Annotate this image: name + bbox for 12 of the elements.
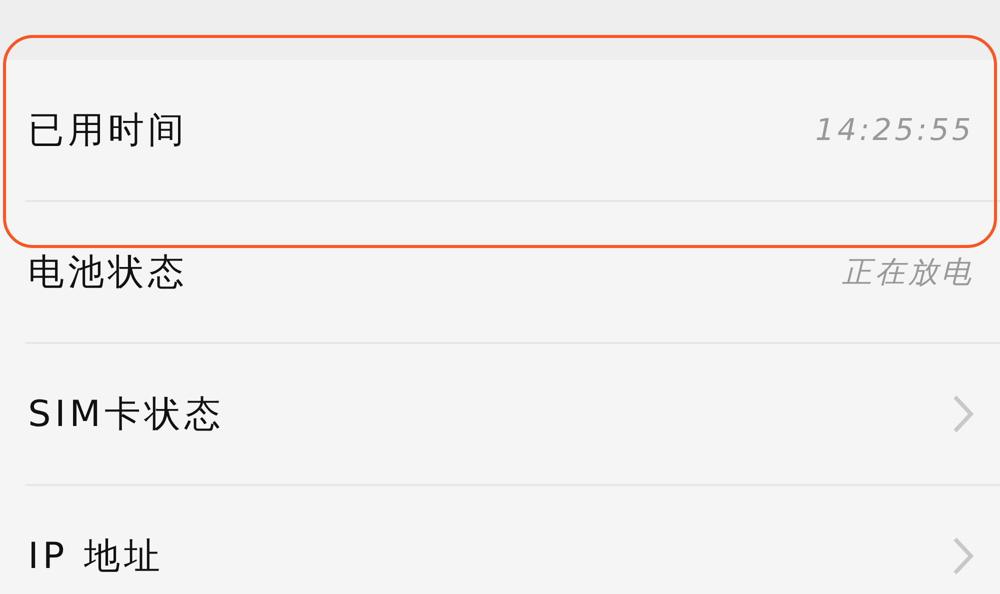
row-value: 正在放电 — [842, 254, 974, 292]
chevron-icon — [952, 394, 974, 434]
settings-row[interactable]: 电池状态 正在放电 — [0, 202, 1000, 342]
row-label: SIM卡状态 — [28, 392, 225, 436]
row-label: 已用时间 — [28, 108, 188, 152]
row-label: IP 地址 — [28, 534, 164, 578]
settings-row[interactable]: IP 地址 — [0, 486, 1000, 594]
settings-row[interactable]: SIM卡状态 — [0, 344, 1000, 484]
row-label: 电池状态 — [28, 250, 188, 294]
row-value: 14:25:55 — [815, 112, 974, 148]
settings-row[interactable]: 已用时间 14:25:55 — [0, 60, 1000, 200]
chevron-icon — [952, 536, 974, 576]
